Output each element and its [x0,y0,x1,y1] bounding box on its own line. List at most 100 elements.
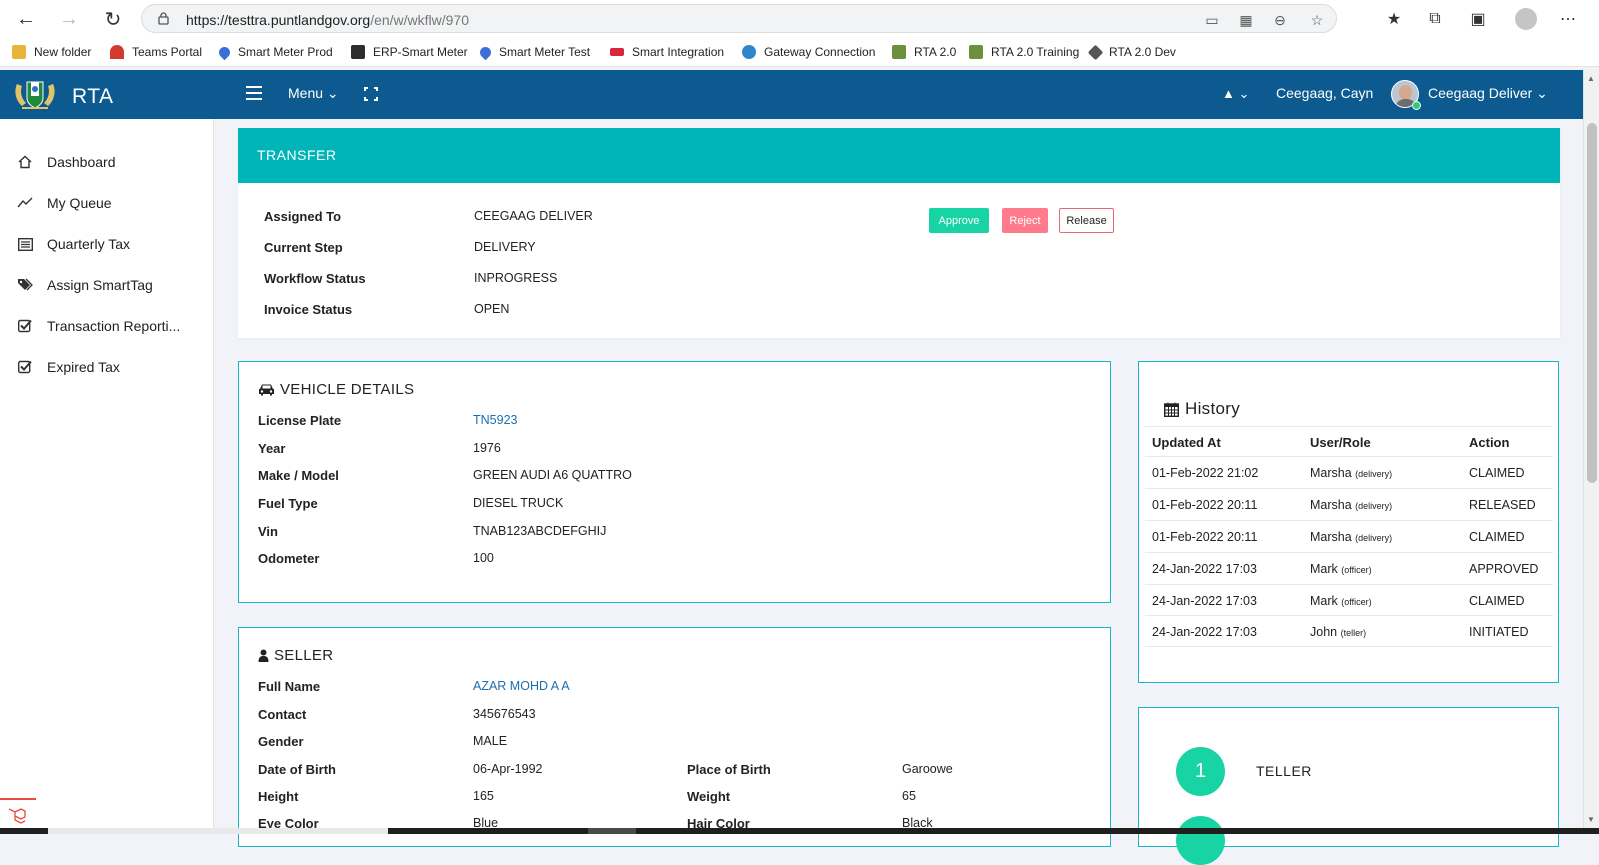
bookmark-label: Smart Meter Prod [238,45,333,59]
role-dropdown-button[interactable]: Ceegaag Deliver ⌄ [1428,85,1548,102]
rta-emblem-icon [969,45,983,59]
bookmark-label: RTA 2.0 [914,45,957,59]
apps-icon[interactable]: ▦ [1238,12,1254,28]
field-label: Odometer [258,551,320,566]
sidebar [0,119,214,834]
approve-button[interactable]: Approve [929,208,989,233]
workflow-status-value: INPROGRESS [474,271,558,285]
user-role-cell: Marsha (delivery) [1310,466,1392,480]
scroll-up-arrow-icon[interactable]: ▲ [1587,74,1595,83]
panel-title-text: VEHICLE DETAILS [280,381,415,398]
field-label: Vin [258,524,278,539]
field-label: Current Step [264,240,343,255]
read-aloud-icon[interactable]: ▭ [1204,12,1220,28]
user-role-cell: Marsha (delivery) [1310,498,1392,512]
integration-icon [610,48,624,56]
refresh-icon[interactable]: ↻ [101,7,125,31]
user-dropdown-icon[interactable]: ▲ ⌄ [1222,86,1249,102]
bookmark-new-folder[interactable]: New folder [12,43,91,61]
url-text[interactable]: https://testtra.puntlandgov.org/en/w/wkf… [186,12,469,28]
folder-icon [12,45,26,59]
sidebar-item-quarterly-tax[interactable]: Quarterly Tax [17,234,130,254]
sidebar-item-dashboard[interactable]: Dashboard [17,152,116,172]
full-name-link[interactable]: AZAR MOHD A A [473,679,570,693]
bookmark-rta-2-training[interactable]: RTA 2.0 Training [969,43,1079,61]
back-arrow-icon[interactable]: ← [14,7,38,31]
collections-icon[interactable]: ⧉ [1425,9,1445,29]
scrollbar-thumb[interactable] [1587,123,1597,483]
field-label: Weight [687,789,731,804]
page-scrollbar[interactable]: ▲ ▼ [1583,70,1599,834]
divider [1145,426,1553,427]
check-square-icon [17,359,33,375]
sidebar-item-transaction-reporting[interactable]: Transaction Reporti... [17,316,180,336]
gender-value: MALE [473,734,508,748]
bookmark-smart-meter-test[interactable]: Smart Meter Test [477,43,590,61]
release-button[interactable]: Release [1059,208,1114,233]
bookmark-label: ERP-Smart Meter [373,45,468,59]
add-favorite-icon[interactable]: ☆ [1309,12,1325,28]
field-label: Invoice Status [264,302,353,317]
address-bar[interactable]: https://testtra.puntlandgov.org/en/w/wkf… [141,4,1337,33]
year-value: 1976 [473,441,501,455]
field-label: Fuel Type [258,496,318,511]
screenshot-icon[interactable]: ▣ [1468,9,1488,29]
user-name[interactable]: Ceegaag, Cayn [1276,85,1373,101]
profile-icon[interactable] [1515,8,1537,30]
sidebar-item-label: Expired Tax [47,359,120,375]
column-header-action[interactable]: Action [1469,435,1509,450]
favorites-icon[interactable]: ★ [1384,9,1404,29]
menu-dropdown-button[interactable]: Menu ⌄ [288,85,339,102]
place-of-birth-value: Garoowe [902,762,953,776]
bookmark-rta-2-dev[interactable]: RTA 2.0 Dev [1087,43,1176,61]
hamburger-menu-icon[interactable] [246,86,262,100]
field-label: Year [258,441,286,456]
step-number-badge-next [1176,816,1225,865]
zoom-icon[interactable]: ⊖ [1272,12,1288,28]
table-row: 01-Feb-2022 20:11 Marsha (delivery) RELE… [1145,488,1553,520]
bookmark-label: Gateway Connection [764,45,876,59]
browser-toolbar: ← → ↻ https://testtra.puntlandgov.org/en… [0,0,1599,37]
user-icon [258,648,269,663]
weight-value: 65 [902,789,916,803]
user-name-text: Mark [1310,562,1338,576]
home-icon [17,154,33,170]
role-text: (delivery) [1355,533,1393,543]
rta-emblem-logo[interactable] [12,76,58,112]
column-header-updated-at[interactable]: Updated At [1152,435,1221,450]
bookmark-rta-2[interactable]: RTA 2.0 [892,43,956,61]
bookmark-erp-smart-meter[interactable]: ERP-Smart Meter [351,43,468,61]
updated-at-cell: 01-Feb-2022 20:11 [1152,530,1258,544]
bookmark-smart-integration[interactable]: Smart Integration [610,43,724,61]
updated-at-cell: 24-Jan-2022 17:03 [1152,625,1257,639]
panel-title-text: History [1185,399,1240,418]
forward-arrow-icon[interactable]: → [57,7,81,31]
assigned-to-value: CEEGAAG DELIVER [474,209,593,223]
field-label: License Plate [258,413,342,428]
bookmark-gateway-connection[interactable]: Gateway Connection [742,43,875,61]
bookmark-label: RTA 2.0 Dev [1109,45,1176,59]
app-name: RTA [72,85,114,108]
date-of-birth-value: 06-Apr-1992 [473,762,543,776]
table-row: 01-Feb-2022 20:11 Marsha (delivery) CLAI… [1145,520,1553,552]
bookmark-smart-meter-prod[interactable]: Smart Meter Prod [216,43,333,61]
url-path: /en/w/wkflw/970 [370,12,470,28]
sidebar-item-assign-smarttag[interactable]: Assign SmartTag [17,275,153,295]
reject-button[interactable]: Reject [1002,208,1048,233]
table-row: 01-Feb-2022 21:02 Marsha (delivery) CLAI… [1145,456,1553,488]
sidebar-item-expired-tax[interactable]: Expired Tax [17,357,120,377]
user-name-text: Marsha [1310,466,1352,480]
drop-icon [216,44,233,60]
table-row: 24-Jan-2022 17:03 Mark (officer) APPROVE… [1145,552,1553,584]
bookmark-teams-portal[interactable]: Teams Portal [110,43,202,61]
fullscreen-icon[interactable] [363,86,379,102]
more-options-icon[interactable]: ⋯ [1558,9,1578,29]
laravel-debug-icon[interactable] [0,798,36,828]
action-cell: APPROVED [1469,562,1539,576]
scroll-down-arrow-icon[interactable]: ▼ [1587,815,1595,824]
sidebar-item-my-queue[interactable]: My Queue [17,193,112,213]
column-header-user-role[interactable]: User/Role [1310,435,1371,450]
fuel-type-value: DIESEL TRUCK [473,496,564,510]
current-step-value: DELIVERY [474,240,536,254]
license-plate-link[interactable]: TN5923 [473,413,517,427]
